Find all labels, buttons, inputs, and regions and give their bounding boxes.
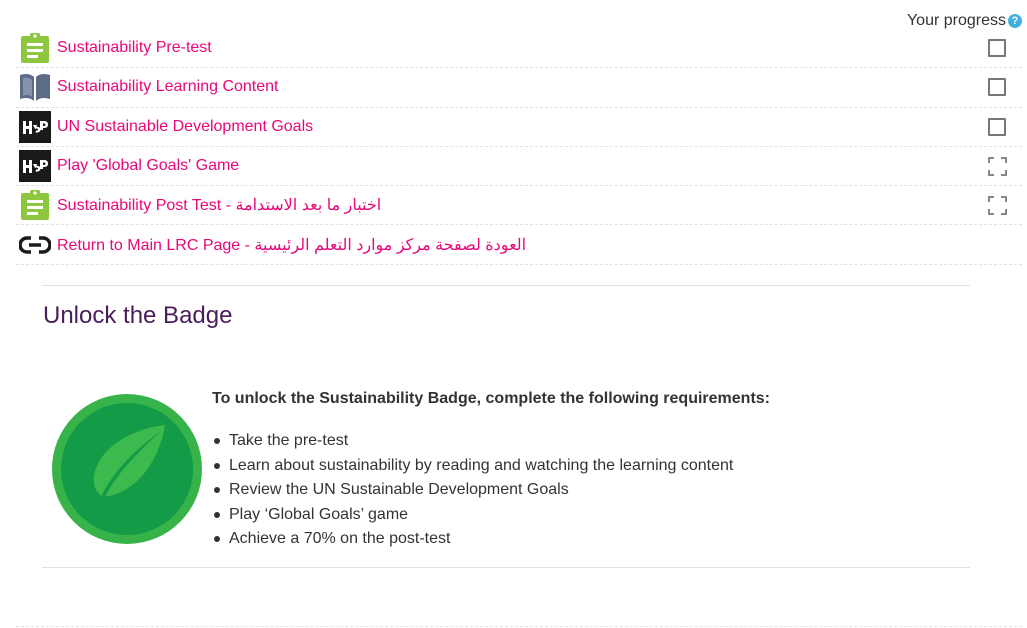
completion-checkbox[interactable] (988, 39, 1006, 58)
badge-section-title: Unlock the Badge (43, 302, 233, 329)
auto-completion-indicator (988, 195, 1007, 215)
leaf-badge-icon (51, 393, 203, 545)
requirement-text: Take the pre-test (229, 432, 349, 450)
activity-link-post-test[interactable]: Sustainability Post Test - اختبار ما بعد… (57, 195, 381, 215)
requirement-item: Review the UN Sustainable Development Go… (212, 478, 733, 503)
section-divider (16, 626, 1022, 627)
activity-link-learning-content[interactable]: Sustainability Learning Content (57, 78, 278, 96)
progress-header: Your progress ? (907, 12, 1022, 30)
badge-section: Unlock the Badge To unlock the Sustainab… (42, 285, 970, 568)
activity-row: Sustainability Learning Content (16, 68, 1022, 108)
requirement-item: Learn about sustainability by reading an… (212, 454, 733, 479)
bullet-icon (214, 487, 220, 494)
activity-row: Sustainability Post Test - اختبار ما بعد… (16, 186, 1022, 226)
link-icon (16, 227, 54, 263)
book-icon (16, 69, 54, 105)
requirements-heading: To unlock the Sustainability Badge, comp… (212, 390, 770, 407)
requirement-item: Achieve a 70% on the post-test (212, 527, 733, 552)
bullet-icon (214, 511, 220, 518)
activity-row: Sustainability Pre-test (16, 29, 1022, 69)
progress-label: Your progress (906, 12, 1006, 29)
activity-row: UN Sustainable Development Goals (16, 108, 1022, 147)
bullet-icon (214, 438, 220, 445)
activity-link-pre-test[interactable]: Sustainability Pre-test (57, 39, 212, 57)
activity-row: Return to Main LRC Page - العودة لصفحة م… (16, 225, 1022, 265)
activity-link-main-lrc[interactable]: Return to Main LRC Page - العودة لصفحة م… (57, 235, 526, 255)
requirement-text: Learn about sustainability by reading an… (229, 456, 734, 474)
completion-checkbox[interactable] (988, 78, 1006, 97)
h5p-icon (16, 148, 54, 184)
bullet-icon (214, 462, 220, 469)
completion-checkbox[interactable] (988, 117, 1006, 136)
help-icon[interactable]: ? (1008, 14, 1022, 28)
requirement-text: Play ‘Global Goals’ game (229, 505, 409, 523)
auto-completion-indicator (988, 156, 1007, 176)
activity-list: Sustainability Pre-test Sustainability L… (16, 29, 1022, 265)
activity-link-global-goals-game[interactable]: Play 'Global Goals' Game (57, 157, 239, 175)
h5p-icon (16, 109, 54, 145)
requirements-list: Take the pre-test Learn about sustainabi… (212, 429, 733, 552)
assignment-icon (16, 30, 54, 66)
assignment-icon (16, 187, 54, 223)
activity-link-un-sdg[interactable]: UN Sustainable Development Goals (57, 118, 313, 136)
requirement-text: Achieve a 70% on the post-test (229, 530, 451, 548)
requirement-item: Play ‘Global Goals’ game (212, 503, 733, 528)
bullet-icon (214, 536, 220, 543)
activity-row: Play 'Global Goals' Game (16, 147, 1022, 187)
requirement-text: Review the UN Sustainable Development Go… (229, 481, 569, 499)
requirement-item: Take the pre-test (212, 429, 733, 454)
